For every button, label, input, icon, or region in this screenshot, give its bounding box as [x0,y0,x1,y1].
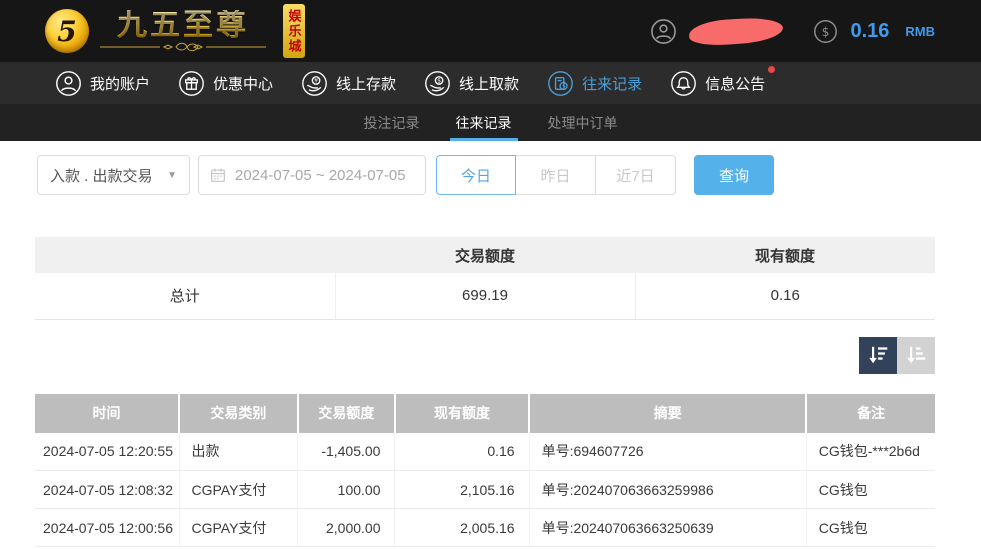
tab-transaction-records[interactable]: 往来记录 [449,104,518,141]
transactions-table-body: 2024-07-05 12:20:55 出款 -1,405.00 0.16 单号:694… [35,432,935,547]
logo-badge: 娱乐城 [283,4,305,58]
summary-table: 交易额度 现有额度 总计 699.19 0.16 [35,237,935,320]
table-cell: 2,105.16 [394,470,530,509]
today-button[interactable]: 今日 [436,155,516,195]
deposit-icon: ¥ [302,70,327,96]
col-header-current-amount: 现有额度 [393,393,530,433]
table-cell: CG钱包 [805,508,935,547]
table-cell: CGPAY支付 [178,508,298,547]
transaction-records-page: 5 九五至尊 娱乐城 $ 0.16 RMB 我的账户 优惠中心 ¥ 线上存款 $… [0,0,981,549]
last-7-days-button[interactable]: 近7日 [596,155,676,195]
bell-icon [671,70,696,96]
col-header-summary: 摘要 [528,393,807,433]
table-cell: 单号:694607726 [528,432,807,471]
top-header-bar: 5 九五至尊 娱乐城 $ 0.16 RMB [0,0,981,62]
col-header-remark: 备注 [805,393,935,433]
nav-item-promotions[interactable]: 优惠中心 [178,70,273,97]
records-icon [548,70,573,96]
svg-text:¥: ¥ [314,77,318,84]
table-cell: CG钱包 [805,470,935,509]
summary-total-row: 总计 699.19 0.16 [35,273,935,320]
table-cell: 2024-07-05 12:08:32 [35,470,179,509]
chevron-down-icon: ▼ [167,169,177,181]
table-cell: 2,000.00 [297,508,395,547]
nav-item-withdraw[interactable]: $ 线上取款 [424,70,519,97]
balance-amount: 0.16 [850,19,890,42]
sort-ascending-button[interactable] [897,336,935,374]
summary-header-current-amount: 现有额度 [635,237,935,273]
filter-toolbar: 入款 . 出款交易 ▼ 2024-07-05 ~ 2024-07-05 今日 昨… [37,155,935,195]
table-cell: 2,005.16 [394,508,530,547]
user-area: $ 0.16 RMB [650,15,935,47]
site-logo[interactable]: 5 九五至尊 娱乐城 [45,4,305,58]
logo-flourish [100,42,266,51]
logo-title: 九五至尊 [117,9,249,43]
transaction-type-select[interactable]: 入款 . 出款交易 ▼ [37,155,190,195]
table-cell: 单号:202407063663259986 [528,470,807,509]
table-row: 2024-07-05 12:20:55 出款 -1,405.00 0.16 单号:694… [35,432,935,471]
table-cell: 单号:202407063663250639 [528,508,807,547]
summary-header-empty [35,237,335,273]
user-avatar-icon[interactable] [650,18,677,45]
transactions-table: 时间 交易类别 交易额度 现有额度 摘要 备注 2024-07-05 12:20… [35,393,935,547]
table-cell: 2024-07-05 12:20:55 [35,432,179,471]
sort-descending-icon [869,346,888,364]
main-navigation: 我的账户 优惠中心 ¥ 线上存款 $ 线上取款 往来记录 信息公告 [0,62,981,104]
nav-item-announcements[interactable]: 信息公告 [670,65,776,97]
table-cell: 出款 [178,432,298,471]
sort-ascending-icon [907,346,926,364]
date-range-input[interactable]: 2024-07-05 ~ 2024-07-05 [198,155,426,195]
table-row: 2024-07-05 12:08:32 CGPAY支付 100.00 2,105.16… [35,470,935,509]
username-redaction-blob [688,15,785,47]
svg-text:$: $ [822,24,830,38]
table-cell: 100.00 [297,470,395,509]
user-icon [56,70,81,96]
nav-item-records[interactable]: 往来记录 [547,70,642,97]
calendar-icon [210,168,226,183]
sort-controls [35,336,935,374]
table-cell: 2024-07-05 12:00:56 [35,508,179,547]
withdraw-icon: $ [425,70,450,96]
table-cell: -1,405.00 [297,432,395,471]
summary-total-label: 总计 [35,273,335,320]
sub-tab-bar: 投注记录 往来记录 处理中订单 [0,104,981,141]
tab-betting-records[interactable]: 投注记录 [358,104,426,141]
tab-pending-orders[interactable]: 处理中订单 [542,104,624,141]
col-header-type: 交易类别 [178,393,298,433]
yesterday-button[interactable]: 昨日 [516,155,596,195]
summary-current-amount-value: 0.16 [634,273,935,320]
search-button[interactable]: 查询 [694,155,774,195]
svg-text:$: $ [437,77,441,84]
summary-trade-amount-value: 699.19 [334,273,635,320]
notification-dot [768,65,776,73]
balance-currency: RMB [905,23,935,39]
nav-item-deposit[interactable]: ¥ 线上存款 [301,70,396,97]
col-header-trade-amount: 交易额度 [296,393,395,433]
table-row: 2024-07-05 12:00:56 CGPAY支付 2,000.00 2,005.… [35,508,935,547]
quick-date-button-group: 今日 昨日 近7日 [436,155,676,195]
table-cell: CGPAY支付 [178,470,298,509]
logo-monogram-icon: 5 [45,9,89,53]
balance-dollar-icon: $ [814,19,838,43]
summary-header-trade-amount: 交易额度 [335,237,635,273]
table-cell: CG钱包-***2b6d [805,432,935,471]
table-cell: 0.16 [394,432,530,471]
nav-item-my-account[interactable]: 我的账户 [55,70,150,97]
sort-descending-button[interactable] [859,336,897,374]
col-header-time: 时间 [35,393,179,433]
gift-icon [179,70,204,96]
